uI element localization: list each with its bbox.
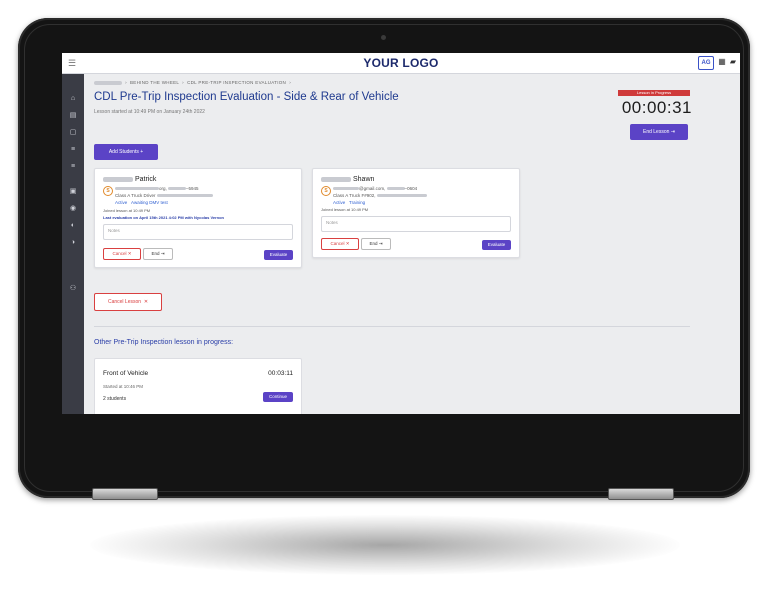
vehicle-label: Class A Truck Driver — [115, 193, 156, 198]
stage-label: Awaiting DMV test — [131, 200, 168, 205]
location-redacted — [376, 194, 427, 198]
reports-icon[interactable]: ≡ — [67, 162, 79, 172]
phone-redacted — [386, 187, 405, 191]
last-evaluation: Last evaluation on April 15th 2021 4:02 … — [103, 215, 224, 220]
other-lesson-started: Started at 10:46 PM — [103, 384, 144, 389]
phone-suffix: 5945 — [188, 186, 199, 191]
status-label: Active — [333, 200, 346, 205]
copy-icon[interactable]: ▣ — [67, 187, 79, 197]
cancel-label: Cancel — [112, 251, 127, 256]
student-vehicle: Class A Truck F#902, — [333, 193, 427, 198]
breadcrumb-item[interactable]: BEHIND THE WHEEL — [130, 80, 179, 85]
end-student-button[interactable]: End ⇥ — [143, 248, 173, 260]
last-name-redacted — [321, 176, 351, 182]
student-first-name: Shawn — [353, 176, 375, 183]
calendar-nav-icon[interactable]: ▤ — [67, 111, 79, 121]
end-lesson-button[interactable]: End Lesson ⇥ — [630, 124, 688, 140]
road-icon[interactable]: ◑ — [67, 238, 79, 248]
email-redacted — [115, 187, 159, 191]
student-vehicle: Class A Truck Driver — [115, 193, 213, 198]
list-icon[interactable]: ≡ — [67, 145, 79, 155]
page-title: CDL Pre-Trip Inspection Evaluation - Sid… — [94, 91, 399, 103]
student-name: Patrick — [103, 176, 156, 183]
end-label: End — [369, 241, 378, 246]
student-card: Patrick S org, –5945 Class A Truck Drive… — [94, 168, 302, 268]
close-icon: ✕ — [142, 299, 149, 305]
other-lesson-title: Front of Vehicle — [103, 370, 149, 377]
chat-icon[interactable]: ▰ — [728, 57, 738, 67]
end-label: End — [151, 251, 160, 256]
phone-suffix: 0604 — [407, 186, 418, 191]
email-suffix: @gmail.com, — [359, 186, 386, 191]
email-redacted — [333, 187, 359, 191]
calendar-icon[interactable]: ▦ — [717, 57, 727, 67]
cancel-label: Cancel — [330, 241, 345, 246]
lesson-timer: 00:00:31 — [621, 98, 692, 117]
home-icon[interactable]: ⌂ — [67, 94, 79, 104]
document-icon[interactable]: ▢ — [67, 128, 79, 138]
notes-field[interactable]: Notes — [321, 216, 511, 232]
main-content: › BEHIND THE WHEEL › CDL PRE-TRIP INSPEC… — [84, 74, 700, 414]
other-lesson-students: 2 students — [103, 396, 127, 402]
exit-icon: ⇥ — [670, 129, 675, 135]
student-contact: org, –5945 — [115, 186, 199, 191]
evaluate-button[interactable]: Evaluate — [482, 240, 511, 250]
student-status-icon: S — [321, 186, 331, 196]
end-student-button[interactable]: End ⇥ — [361, 238, 391, 250]
email-suffix: org, — [159, 186, 167, 191]
student-first-name: Patrick — [135, 176, 157, 183]
add-students-label: Add Students — [108, 149, 139, 155]
device-shadow — [90, 515, 680, 575]
student-name: Shawn — [321, 176, 374, 183]
student-contact: @gmail.com, –0604 — [333, 186, 417, 191]
logo: YOUR LOGO — [363, 56, 439, 70]
user-avatar[interactable]: AG — [698, 56, 714, 70]
steering-icon[interactable]: ◉ — [67, 204, 79, 214]
student-stage: Active Training — [333, 200, 365, 205]
other-lesson-timer: 00:03:11 — [268, 370, 293, 377]
status-badge: Lesson in Progress — [618, 90, 690, 96]
joined-text: Joined lesson at 10:49 PM — [103, 208, 151, 213]
close-icon: ✕ — [345, 241, 350, 246]
close-icon: ✕ — [127, 251, 132, 256]
plus-icon: + — [140, 149, 144, 155]
add-students-button[interactable]: Add Students + — [94, 144, 158, 160]
end-lesson-label: End Lesson — [642, 129, 670, 135]
continue-button[interactable]: Continue — [263, 392, 293, 402]
other-lesson-card: Front of Vehicle 00:03:11 Started at 10:… — [94, 358, 302, 414]
breadcrumb-item[interactable]: CDL PRE-TRIP INSPECTION EVALUATION — [187, 80, 286, 85]
stage-label: Training — [349, 200, 366, 205]
cancel-lesson-button[interactable]: Cancel Lesson ✕ — [94, 293, 162, 311]
section-divider — [94, 326, 690, 327]
evaluate-button[interactable]: Evaluate — [264, 250, 293, 260]
right-hinge — [608, 488, 674, 500]
cancel-student-button[interactable]: Cancel ✕ — [321, 238, 359, 250]
status-label: Active — [115, 200, 128, 205]
phone-redacted — [168, 187, 187, 191]
users-icon[interactable]: ⚇ — [67, 284, 79, 294]
sidebar: ⌂ ▤ ▢ ≡ ≡ ▣ ◉ ◐ ◑ ⚇ — [62, 74, 84, 414]
page-subtitle: Lesson started at 10:49 PM on January 24… — [94, 109, 205, 115]
exit-icon: ⇥ — [160, 251, 165, 256]
vehicle-icon[interactable]: ◐ — [67, 221, 79, 231]
notes-field[interactable]: Notes — [103, 224, 293, 240]
location-redacted — [156, 194, 213, 198]
exit-icon: ⇥ — [378, 241, 383, 246]
other-lessons-heading: Other Pre-Trip Inspection lesson in prog… — [94, 339, 234, 346]
vehicle-label: Class A Truck F#902, — [333, 193, 376, 198]
cancel-student-button[interactable]: Cancel ✕ — [103, 248, 141, 260]
student-card: Shawn S @gmail.com, –0604 Class A Truck … — [312, 168, 520, 258]
student-stage: Active Awaiting DMV test — [115, 200, 168, 205]
left-hinge — [92, 488, 158, 500]
breadcrumb: › BEHIND THE WHEEL › CDL PRE-TRIP INSPEC… — [94, 80, 291, 85]
camera — [381, 35, 386, 40]
breadcrumb-redacted — [94, 80, 122, 85]
joined-text: Joined lesson at 10:49 PM — [321, 207, 369, 212]
top-bar: ☰ YOUR LOGO AG ▦ ▰ — [62, 53, 740, 74]
last-name-redacted — [103, 176, 133, 182]
student-status-icon: S — [103, 186, 113, 196]
app-screen: ☰ YOUR LOGO AG ▦ ▰ ⌂ ▤ ▢ ≡ ≡ ▣ ◉ ◐ ◑ ⚇ ›… — [62, 53, 740, 414]
cancel-lesson-label: Cancel Lesson — [107, 299, 142, 305]
